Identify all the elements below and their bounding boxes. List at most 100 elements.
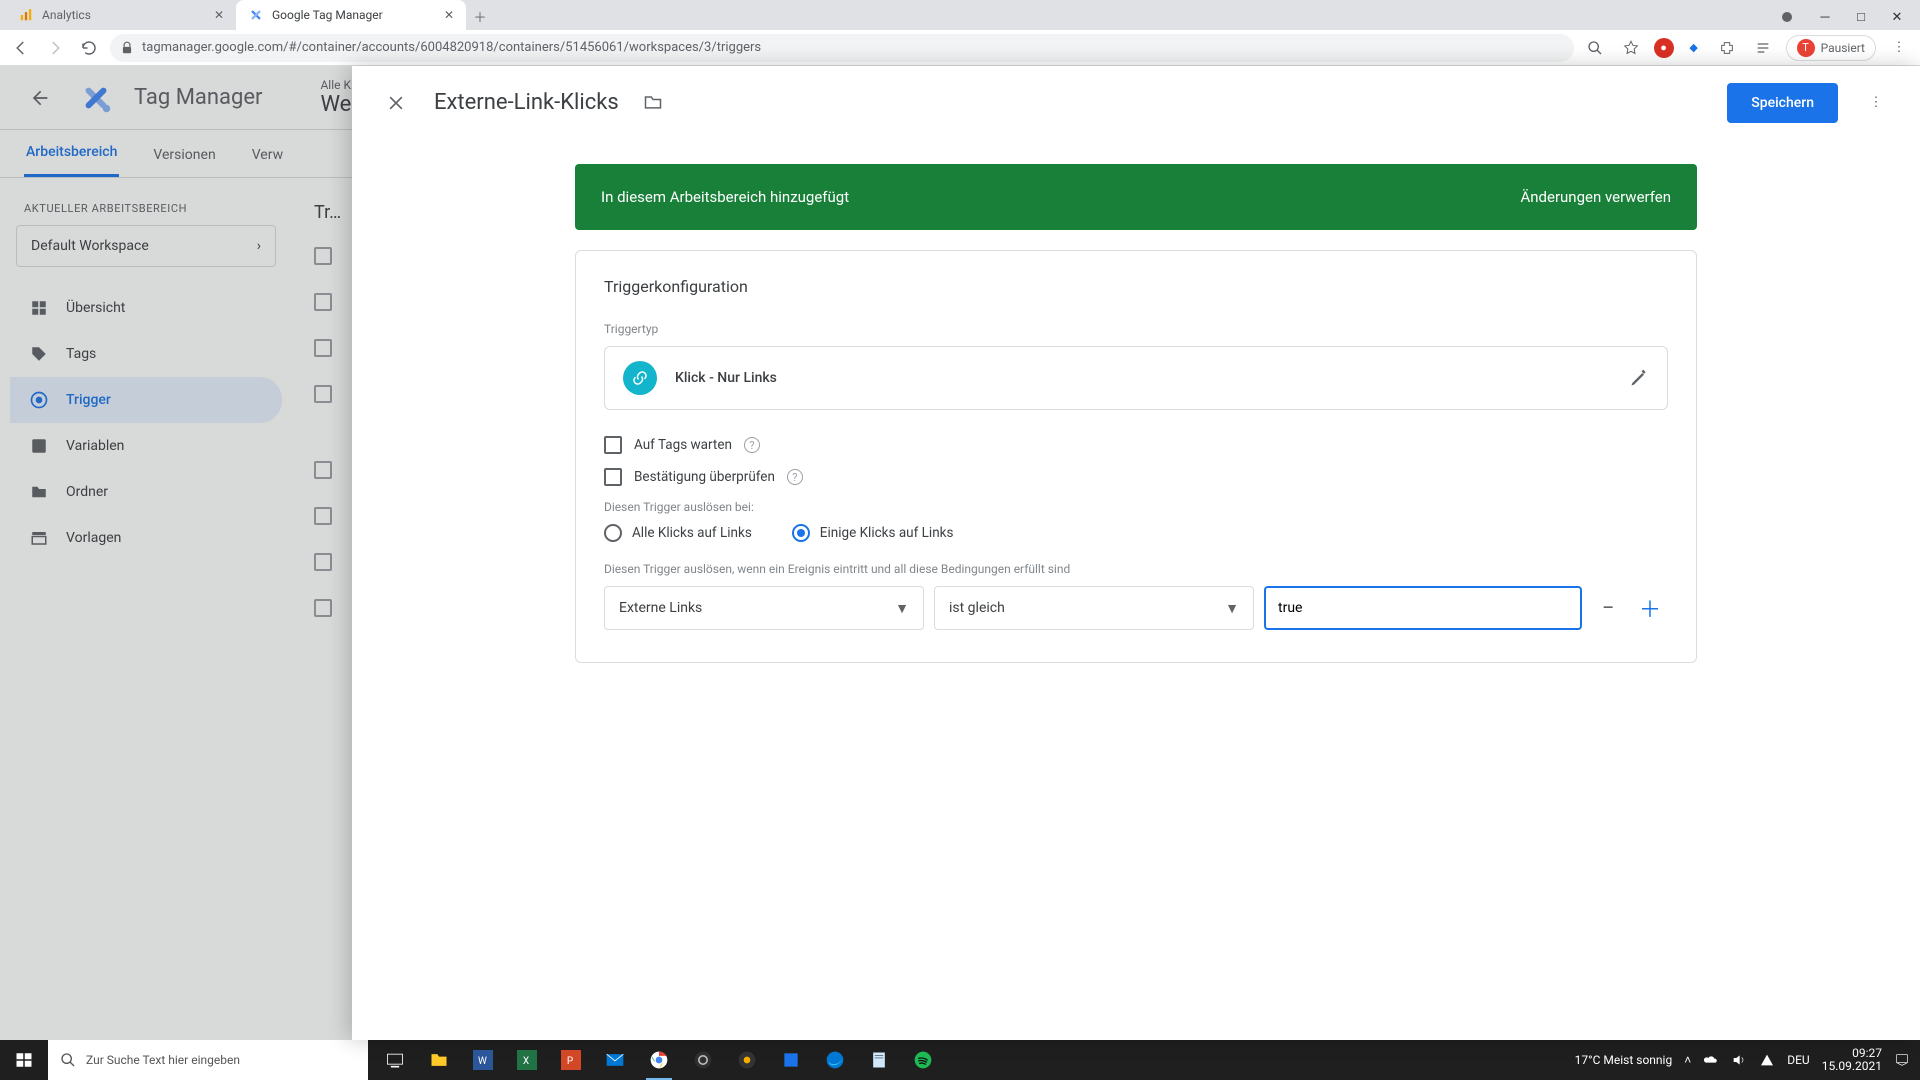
trigger-edit-panel: Externe-Link-Klicks Speichern ⋮ In diese… [352, 66, 1920, 1040]
account-indicator-icon[interactable] [1782, 12, 1792, 22]
help-icon[interactable]: ? [744, 437, 760, 453]
app-icon[interactable] [770, 1040, 812, 1080]
gtm-favicon [248, 7, 264, 23]
conditions-label: Diesen Trigger auslösen, wenn ein Ereign… [604, 562, 1668, 576]
close-tab-icon[interactable]: ✕ [444, 8, 454, 22]
caret-down-icon: ▼ [895, 600, 909, 617]
lock-icon [120, 41, 134, 55]
banner-text: In diesem Arbeitsbereich hinzugefügt [601, 188, 849, 206]
close-tab-icon[interactable]: ✕ [214, 8, 224, 22]
radio-all-clicks[interactable]: Alle Klicks auf Links [604, 524, 752, 542]
tray-clock[interactable]: 09:27 15.09.2021 [1822, 1047, 1882, 1073]
help-icon[interactable]: ? [787, 469, 803, 485]
windows-taskbar: Zur Suche Text hier eingeben W X P 17°C … [0, 1040, 1920, 1080]
chrome-icon[interactable] [638, 1040, 680, 1080]
analytics-favicon [18, 7, 34, 23]
file-explorer-icon[interactable] [418, 1040, 460, 1080]
radio-label: Alle Klicks auf Links [632, 525, 752, 541]
extension-icon[interactable]: ◆ [1684, 38, 1704, 58]
new-tab-button[interactable]: ＋ [466, 2, 494, 30]
panel-menu-button[interactable]: ⋮ [1856, 83, 1896, 123]
close-panel-button[interactable] [376, 83, 416, 123]
radio-icon [792, 524, 810, 542]
check-validation-option[interactable]: Bestätigung überprüfen ? [604, 468, 1668, 486]
radio-some-clicks[interactable]: Einige Klicks auf Links [792, 524, 954, 542]
excel-icon[interactable]: X [506, 1040, 548, 1080]
condition-row: Externe Links ▼ ist gleich ▼ − ＋ [604, 586, 1668, 630]
radio-label: Einige Klicks auf Links [820, 525, 954, 541]
weather-widget[interactable]: 17°C Meist sonnig [1575, 1053, 1673, 1067]
link-click-icon [623, 361, 657, 395]
window-minimize-button[interactable]: ─ [1808, 4, 1842, 30]
tray-language[interactable]: DEU [1787, 1053, 1809, 1067]
condition-variable-select[interactable]: Externe Links ▼ [604, 586, 924, 630]
app-icon[interactable] [726, 1040, 768, 1080]
spotify-icon[interactable] [902, 1040, 944, 1080]
start-button[interactable] [0, 1040, 48, 1080]
obs-icon[interactable] [682, 1040, 724, 1080]
notepad-icon[interactable] [858, 1040, 900, 1080]
card-heading: Triggerkonfiguration [604, 277, 1668, 296]
add-condition-button[interactable]: ＋ [1634, 592, 1666, 624]
caret-down-icon: ▼ [1225, 600, 1239, 617]
extension-icon[interactable]: ● [1654, 38, 1674, 58]
profile-status: Pausiert [1821, 41, 1865, 55]
checkbox[interactable] [604, 436, 622, 454]
search-placeholder: Zur Suche Text hier eingeben [86, 1053, 240, 1067]
edge-icon[interactable] [814, 1040, 856, 1080]
discard-changes-link[interactable]: Änderungen verwerfen [1520, 188, 1671, 206]
tray-date: 15.09.2021 [1822, 1060, 1882, 1073]
remove-condition-button[interactable]: − [1592, 592, 1624, 624]
wait-for-tags-option[interactable]: Auf Tags warten ? [604, 436, 1668, 454]
panel-title[interactable]: Externe-Link-Klicks [434, 90, 619, 115]
browser-menu-icon[interactable]: ⋮ [1886, 35, 1912, 61]
tray-chevron-icon[interactable]: ˄ [1684, 1053, 1691, 1067]
address-bar[interactable]: tagmanager.google.com/#/container/accoun… [110, 34, 1574, 62]
search-icon [60, 1052, 76, 1068]
window-close-button[interactable]: ✕ [1880, 4, 1914, 30]
checkbox[interactable] [604, 468, 622, 486]
condition-operator-select[interactable]: ist gleich ▼ [934, 586, 1254, 630]
bookmark-star-icon[interactable] [1618, 35, 1644, 61]
edit-icon[interactable] [1629, 368, 1649, 388]
powerpoint-icon[interactable]: P [550, 1040, 592, 1080]
zoom-icon[interactable] [1582, 35, 1608, 61]
extensions-puzzle-icon[interactable] [1714, 35, 1740, 61]
nav-forward-button[interactable] [42, 35, 68, 61]
profile-avatar: T [1797, 39, 1815, 57]
profile-chip[interactable]: T Pausiert [1786, 35, 1876, 61]
trigger-type-label: Triggertyp [604, 322, 1668, 336]
reading-list-icon[interactable] [1750, 35, 1776, 61]
svg-text:P: P [567, 1056, 573, 1067]
fire-on-label: Diesen Trigger auslösen bei: [604, 500, 1668, 514]
nav-back-button[interactable] [8, 35, 34, 61]
tab-title: Analytics [42, 8, 91, 22]
browser-tab-analytics[interactable]: Analytics ✕ [6, 0, 236, 30]
word-icon[interactable]: W [462, 1040, 504, 1080]
browser-toolbar: tagmanager.google.com/#/container/accoun… [0, 30, 1920, 66]
svg-text:X: X [523, 1056, 529, 1067]
tab-title: Google Tag Manager [272, 8, 383, 22]
browser-tab-gtm[interactable]: Google Tag Manager ✕ [236, 0, 466, 30]
task-view-icon[interactable] [374, 1040, 416, 1080]
tray-network-icon[interactable] [1759, 1052, 1775, 1068]
option-label: Bestätigung überprüfen [634, 469, 775, 485]
window-maximize-button[interactable]: □ [1844, 4, 1878, 30]
select-value: Externe Links [619, 600, 702, 616]
trigger-type-selector[interactable]: Klick - Nur Links [604, 346, 1668, 410]
save-button[interactable]: Speichern [1727, 83, 1838, 123]
browser-titlebar: Analytics ✕ Google Tag Manager ✕ ＋ ─ □ ✕ [0, 0, 1920, 30]
tray-onedrive-icon[interactable] [1703, 1052, 1719, 1068]
trigger-type-value: Klick - Nur Links [675, 370, 777, 386]
url-text: tagmanager.google.com/#/container/accoun… [142, 40, 761, 55]
tray-notifications-icon[interactable] [1894, 1052, 1910, 1068]
option-label: Auf Tags warten [634, 437, 732, 453]
trigger-config-card: Triggerkonfiguration Triggertyp Klick - … [575, 250, 1697, 663]
select-value: ist gleich [949, 600, 1005, 616]
nav-reload-button[interactable] [76, 35, 102, 61]
mail-icon[interactable] [594, 1040, 636, 1080]
taskbar-search[interactable]: Zur Suche Text hier eingeben [48, 1040, 368, 1080]
tray-volume-icon[interactable] [1731, 1052, 1747, 1068]
condition-value-input[interactable] [1264, 586, 1582, 630]
folder-icon[interactable] [643, 92, 665, 114]
